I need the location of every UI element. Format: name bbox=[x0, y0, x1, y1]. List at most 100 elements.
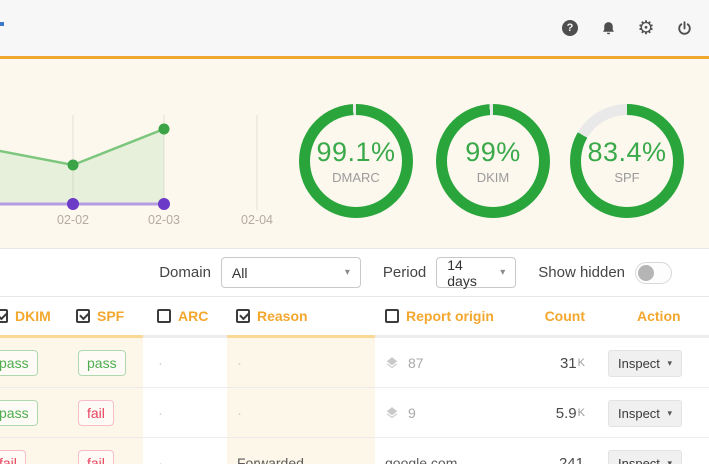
column-header-reason: Reason bbox=[236, 297, 308, 335]
layers-icon bbox=[385, 356, 399, 370]
column-label: ARC bbox=[178, 308, 208, 324]
dkim-result-badge: fail bbox=[0, 450, 26, 464]
report-origin-cell: 87 bbox=[385, 338, 424, 388]
reason-cell: · bbox=[237, 388, 242, 438]
spf-result-badge: fail bbox=[78, 450, 114, 464]
dkim-column-checkbox[interactable] bbox=[0, 309, 8, 323]
dmarc-label: DMARC bbox=[332, 170, 380, 185]
table-header: DKIM SPF ARC Reason Report origin Count … bbox=[0, 297, 709, 338]
table-row: pass fail · · 9 5.9K Inspect ▾ bbox=[0, 388, 709, 438]
table-row: fail fail · Forwarded google.com 241 Ins… bbox=[0, 438, 709, 464]
dkim-percentage: 99% bbox=[465, 137, 521, 168]
spf-result-badge: pass bbox=[78, 350, 126, 376]
origin-domain: google.com bbox=[385, 455, 457, 464]
power-glyph bbox=[676, 20, 693, 37]
chevron-down-icon: ▾ bbox=[667, 358, 672, 369]
table-row: pass pass · · 87 31K Inspect ▾ bbox=[0, 338, 709, 388]
show-hidden-label: Show hidden bbox=[538, 264, 625, 281]
dmarc-donut: 99.1% DMARC bbox=[299, 104, 413, 218]
column-header-count: Count bbox=[545, 297, 585, 335]
count-suffix: K bbox=[578, 357, 585, 369]
x-tick: 02-02 bbox=[57, 213, 89, 227]
green-point[interactable] bbox=[68, 160, 79, 171]
show-hidden-toggle[interactable] bbox=[635, 262, 672, 284]
power-icon[interactable] bbox=[675, 19, 693, 37]
column-header-arc: ARC bbox=[157, 297, 208, 335]
spf-column-checkbox[interactable] bbox=[76, 309, 90, 323]
period-select[interactable]: 14 days ▾ bbox=[436, 257, 516, 288]
reason-cell: Forwarded bbox=[237, 438, 304, 464]
reason-column-checkbox[interactable] bbox=[236, 309, 250, 323]
column-header-report-origin: Report origin bbox=[385, 297, 494, 335]
inspect-label: Inspect bbox=[618, 456, 660, 464]
help-icon[interactable]: ? bbox=[561, 19, 579, 37]
origin-count: 87 bbox=[408, 355, 424, 371]
spf-percentage: 83.4% bbox=[587, 137, 666, 168]
period-select-value: 14 days bbox=[447, 257, 492, 289]
column-label: Reason bbox=[257, 308, 308, 324]
filter-bar: Domain All ▾ Period 14 days ▾ Show hidde… bbox=[0, 248, 709, 297]
column-header-dkim: DKIM bbox=[0, 297, 51, 335]
layers-icon bbox=[385, 406, 399, 420]
period-filter-label: Period bbox=[383, 264, 426, 281]
dkim-result-badge: pass bbox=[0, 350, 38, 376]
inspect-label: Inspect bbox=[618, 406, 660, 421]
count-suffix: K bbox=[578, 407, 585, 419]
arc-cell: · bbox=[158, 438, 163, 464]
count-cell: 5.9K bbox=[556, 388, 585, 438]
column-label: SPF bbox=[97, 308, 124, 324]
spf-result-badge: fail bbox=[78, 400, 114, 426]
column-header-spf: SPF bbox=[76, 297, 124, 335]
chevron-down-icon: ▾ bbox=[667, 408, 672, 419]
dmarc-percentage: 99.1% bbox=[316, 137, 395, 168]
gear-glyph: ⚙ bbox=[637, 19, 654, 38]
count-cell: 31K bbox=[560, 338, 585, 388]
gear-icon[interactable]: ⚙ bbox=[637, 19, 655, 37]
inspect-label: Inspect bbox=[618, 356, 660, 371]
arc-cell: · bbox=[158, 388, 163, 438]
arc-cell: · bbox=[158, 338, 163, 388]
spf-label: SPF bbox=[614, 170, 639, 185]
dkim-donut: 99% DKIM bbox=[436, 104, 550, 218]
chevron-down-icon: ▾ bbox=[345, 267, 350, 278]
topbar-icon-group: ? ⚙ bbox=[561, 0, 693, 56]
green-point[interactable] bbox=[159, 124, 170, 135]
purple-point[interactable] bbox=[158, 198, 170, 210]
table-body: pass pass · · 87 31K Inspect ▾ pass fail… bbox=[0, 338, 709, 464]
inspect-button[interactable]: Inspect ▾ bbox=[608, 400, 682, 427]
dkim-result-badge: pass bbox=[0, 400, 38, 426]
topbar: ? ⚙ bbox=[0, 0, 709, 56]
column-label: Count bbox=[545, 308, 585, 324]
chevron-down-icon: ▾ bbox=[500, 267, 505, 278]
reason-cell: · bbox=[237, 338, 242, 388]
volume-area-chart: 02-02 02-03 02-04 bbox=[0, 59, 290, 248]
count-value: 241 bbox=[559, 455, 584, 465]
inspect-button[interactable]: Inspect ▾ bbox=[608, 350, 682, 377]
count-value: 31 bbox=[560, 355, 577, 372]
domain-filter-label: Domain bbox=[159, 264, 211, 281]
report-origin-cell: google.com bbox=[385, 438, 457, 464]
column-label: Action bbox=[637, 308, 681, 324]
toggle-knob bbox=[638, 265, 654, 281]
arc-column-checkbox[interactable] bbox=[157, 309, 171, 323]
bell-icon[interactable] bbox=[599, 19, 617, 37]
domain-select-value: All bbox=[232, 265, 248, 281]
purple-point[interactable] bbox=[67, 198, 79, 210]
dkim-label: DKIM bbox=[477, 170, 510, 185]
help-glyph: ? bbox=[562, 20, 578, 36]
spf-donut: 83.4% SPF bbox=[570, 104, 684, 218]
x-tick: 02-03 bbox=[148, 213, 180, 227]
column-label: Report origin bbox=[406, 308, 494, 324]
inspect-button[interactable]: Inspect ▾ bbox=[608, 450, 682, 464]
x-tick: 02-04 bbox=[241, 213, 273, 227]
origin-count: 9 bbox=[408, 405, 416, 421]
report-origin-cell: 9 bbox=[385, 388, 416, 438]
green-area-fill bbox=[0, 129, 164, 204]
column-label: DKIM bbox=[15, 308, 51, 324]
domain-select[interactable]: All ▾ bbox=[221, 257, 361, 288]
bell-glyph bbox=[600, 20, 617, 37]
chevron-down-icon: ▾ bbox=[667, 458, 672, 464]
report-origin-column-checkbox[interactable] bbox=[385, 309, 399, 323]
summary-section: 02-02 02-03 02-04 99.1% DMARC 99% DKIM 8… bbox=[0, 59, 709, 248]
count-cell: 241 bbox=[559, 438, 585, 464]
